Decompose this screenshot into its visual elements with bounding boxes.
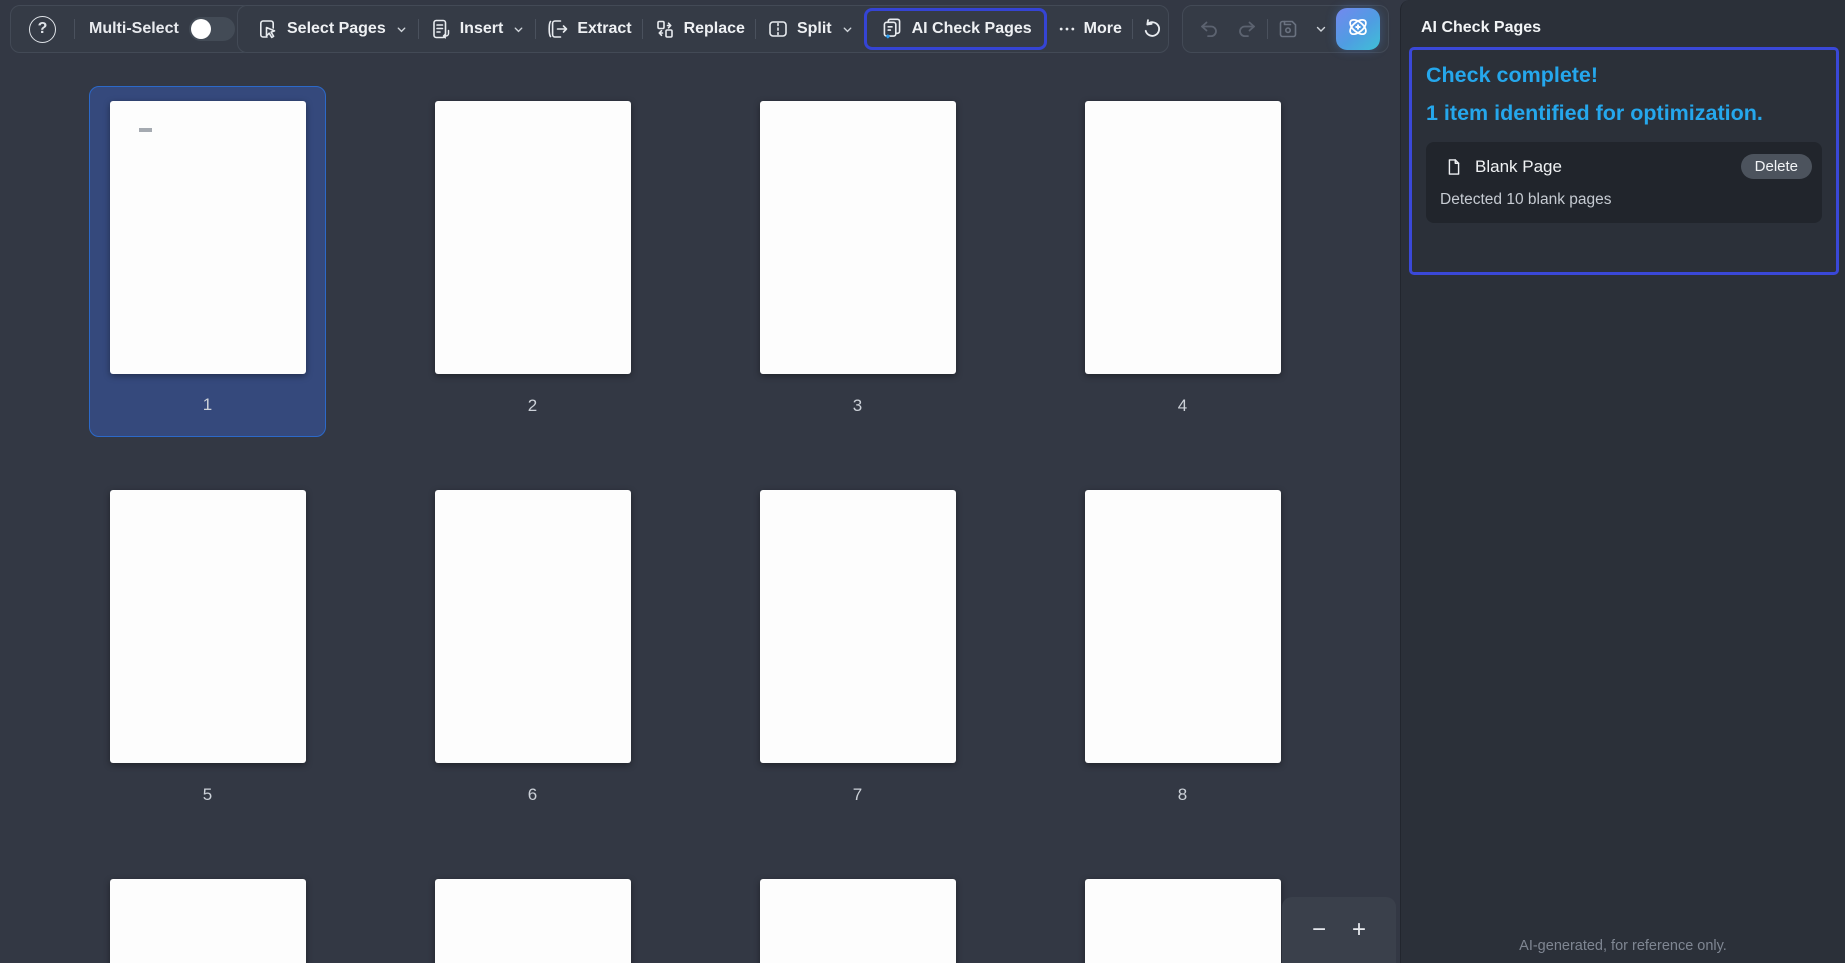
ellipsis-icon bbox=[1057, 19, 1077, 39]
page-cell[interactable]: 2 bbox=[414, 86, 651, 437]
toolbar-group-file bbox=[1182, 5, 1389, 53]
zoom-in-button[interactable]: + bbox=[1352, 918, 1366, 942]
toolbar-group-actions: Select Pages Insert Extract Replace Spli… bbox=[237, 5, 1169, 53]
page-cell[interactable]: 5 bbox=[89, 475, 326, 826]
page-thumbnail[interactable] bbox=[109, 879, 306, 963]
page-thumbnail[interactable] bbox=[109, 100, 306, 374]
rotate-left-icon[interactable] bbox=[1133, 10, 1171, 48]
page-thumbnail[interactable] bbox=[759, 101, 956, 374]
replace-label: Replace bbox=[683, 20, 745, 37]
undo-icon[interactable] bbox=[1191, 11, 1227, 47]
save-icon[interactable] bbox=[1270, 11, 1306, 47]
pdf-organize-pages-app: ? Multi-Select Select Pages Insert Extra… bbox=[0, 0, 1845, 963]
insert-label: Insert bbox=[459, 20, 504, 37]
ai-check-pages-button[interactable]: AI Check Pages bbox=[863, 8, 1047, 50]
page-cell[interactable]: 7 bbox=[739, 475, 976, 826]
zoom-out-button[interactable]: − bbox=[1312, 918, 1326, 942]
ai-disclaimer: AI-generated, for reference only. bbox=[1519, 938, 1727, 954]
chevron-down-icon bbox=[395, 23, 408, 36]
delete-button[interactable]: Delete bbox=[1740, 154, 1812, 179]
redo-icon[interactable] bbox=[1229, 11, 1265, 47]
page-cell[interactable]: 3 bbox=[739, 86, 976, 437]
toggle-knob bbox=[190, 19, 211, 39]
page-number: 2 bbox=[527, 395, 538, 415]
blank-page-icon bbox=[1444, 157, 1464, 177]
extract-label: Extract bbox=[577, 20, 632, 37]
page-cell[interactable] bbox=[414, 864, 651, 963]
ai-pages-sparkle-icon bbox=[879, 16, 905, 42]
page-thumbnail[interactable] bbox=[1084, 490, 1281, 763]
page-cell[interactable]: 8 bbox=[1064, 475, 1301, 826]
blank-page-result-card: Blank Page Delete Detected 10 blank page… bbox=[1426, 142, 1822, 223]
page-thumbnail[interactable] bbox=[759, 490, 956, 763]
page-thumbnail-grid: 1 2 3 4 5 6 7 8 bbox=[89, 86, 1301, 963]
chevron-down-icon bbox=[512, 23, 525, 36]
help-icon[interactable]: ? bbox=[29, 15, 56, 43]
page-thumbnail[interactable] bbox=[434, 879, 631, 963]
ai-check-result-box: Check complete! 1 item identified for op… bbox=[1409, 47, 1839, 275]
replace-swap-icon bbox=[653, 17, 677, 41]
page-thumbnail[interactable] bbox=[109, 490, 306, 763]
page-cell[interactable]: 4 bbox=[1064, 86, 1301, 437]
insert-button[interactable]: Insert bbox=[419, 11, 536, 47]
page-number: 6 bbox=[527, 784, 538, 804]
replace-button[interactable]: Replace bbox=[643, 11, 755, 47]
page-number: 7 bbox=[852, 784, 863, 804]
ai-assistant-button[interactable] bbox=[1336, 8, 1380, 50]
items-identified-heading: 1 item identified for optimization. bbox=[1426, 101, 1763, 125]
split-button[interactable]: Split bbox=[756, 11, 864, 47]
toolbar-divider bbox=[74, 19, 75, 39]
result-item-name: Blank Page bbox=[1475, 156, 1562, 176]
zoom-bar: − + bbox=[1282, 897, 1396, 963]
chevron-down-icon bbox=[841, 23, 854, 36]
split-label: Split bbox=[796, 20, 832, 37]
page-number: 4 bbox=[1177, 395, 1188, 415]
cursor-page-icon bbox=[256, 17, 280, 41]
result-item-description: Detected 10 blank pages bbox=[1440, 191, 1612, 208]
ai-check-pages-label: AI Check Pages bbox=[911, 20, 1032, 37]
more-button[interactable]: More bbox=[1047, 13, 1132, 45]
page-cell[interactable] bbox=[739, 864, 976, 963]
result-row: Blank Page Delete bbox=[1436, 154, 1812, 179]
page-thumbnail[interactable] bbox=[1084, 101, 1281, 374]
select-pages-label: Select Pages bbox=[287, 20, 386, 37]
page-cell[interactable] bbox=[89, 864, 326, 963]
page-number: 3 bbox=[852, 395, 863, 415]
page-thumbnail[interactable] bbox=[759, 879, 956, 963]
extract-page-icon bbox=[546, 17, 570, 41]
toolbar-divider bbox=[1267, 19, 1268, 39]
page-thumbnail[interactable] bbox=[434, 101, 631, 374]
panel-title: AI Check Pages bbox=[1421, 19, 1542, 36]
ai-check-pages-panel: AI Check Pages Check complete! 1 item id… bbox=[1400, 0, 1845, 963]
split-page-icon bbox=[766, 17, 790, 41]
ai-swirl-icon bbox=[1343, 12, 1373, 47]
multi-select-toggle[interactable] bbox=[188, 17, 235, 41]
extract-button[interactable]: Extract bbox=[536, 11, 641, 47]
toolbar-group-multiselect: ? Multi-Select bbox=[10, 5, 252, 53]
select-pages-button[interactable]: Select Pages bbox=[246, 11, 418, 47]
page-cell[interactable]: 1 bbox=[89, 86, 326, 437]
check-complete-heading: Check complete! bbox=[1426, 63, 1599, 87]
page-thumbnail[interactable] bbox=[434, 490, 631, 763]
page-number: 5 bbox=[202, 784, 213, 804]
page-content-mark bbox=[138, 127, 152, 132]
save-options-chevron-icon[interactable] bbox=[1308, 16, 1334, 42]
page-cell[interactable] bbox=[1064, 864, 1301, 963]
page-cell[interactable]: 6 bbox=[414, 475, 651, 826]
page-number: 8 bbox=[1177, 784, 1188, 804]
page-thumbnail[interactable] bbox=[1084, 879, 1281, 963]
page-number: 1 bbox=[202, 394, 213, 414]
insert-page-icon bbox=[429, 17, 453, 41]
more-label: More bbox=[1083, 20, 1122, 37]
multi-select-label: Multi-Select bbox=[89, 20, 179, 37]
